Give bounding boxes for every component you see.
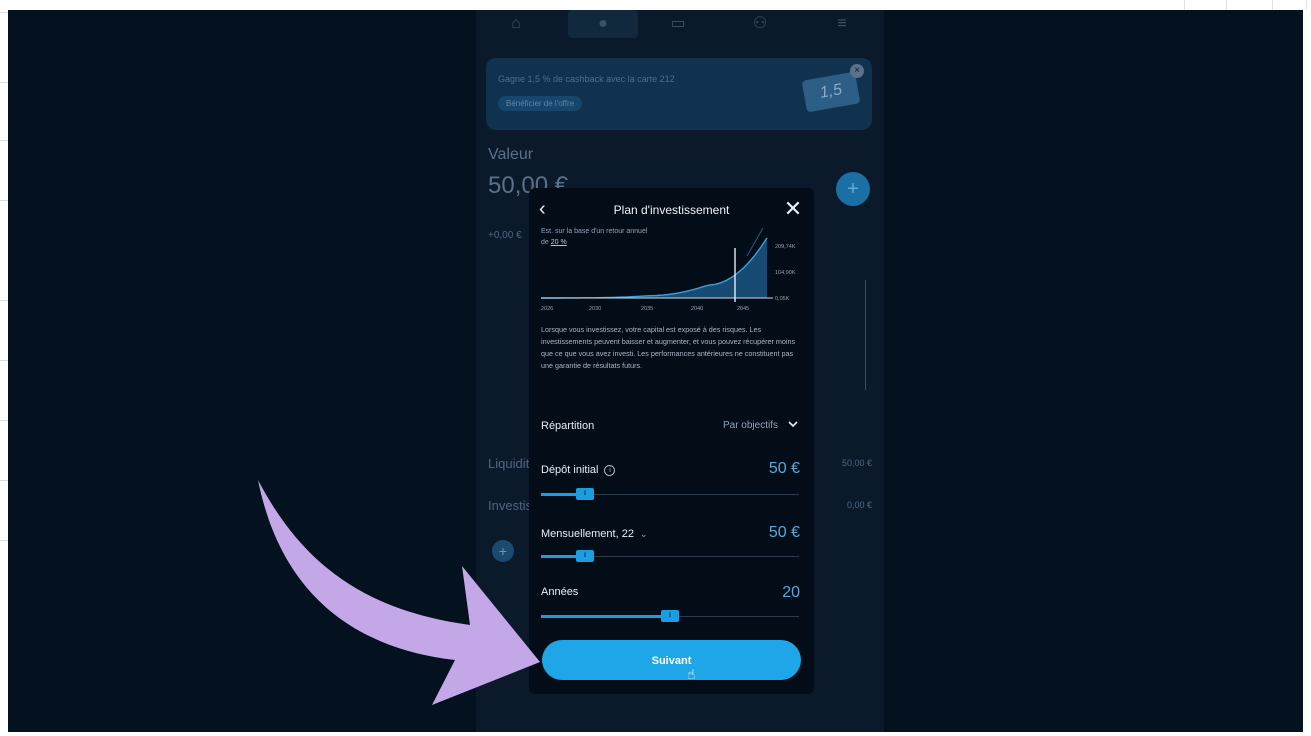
depot-initial-value[interactable]: 50 € — [769, 460, 800, 478]
liquidites-value: 50,00 € — [841, 458, 872, 468]
mensuel-label: Mensuellement, 22 — [541, 528, 634, 540]
hand-cursor-icon: ☝ — [687, 666, 696, 682]
investis-value: 0,00 € — [846, 500, 872, 510]
close-icon[interactable]: ✕ — [782, 198, 804, 220]
liquidites-label: Liquidit — [488, 456, 530, 471]
y-tick-label: 104,90K — [775, 270, 796, 276]
y-tick-label: 0,05K — [775, 296, 790, 302]
app-nav: ⌂ ● ▭ ⚇ ≡ — [476, 10, 884, 46]
background-chart — [859, 280, 866, 390]
home-icon[interactable]: ⌂ — [496, 10, 536, 38]
add-funds-button[interactable]: + — [836, 172, 870, 206]
add-plan-button[interactable]: + — [492, 540, 514, 562]
investment-plan-modal: ‹ Plan d'investissement ✕ Est. sur la ba… — [529, 188, 814, 694]
risk-disclaimer: Lorsque vous investissez, votre capital … — [541, 325, 796, 370]
portfolio-icon[interactable]: ● — [568, 10, 638, 38]
repartition-value[interactable]: Par objectifs — [723, 420, 778, 431]
projection-area — [541, 238, 767, 298]
annees-label: Années — [541, 586, 579, 598]
modal-header: ‹ Plan d'investissement ✕ — [529, 188, 814, 230]
valeur-change: +0,00 € — [488, 230, 522, 241]
mensuel-row: Mensuellement, 22 ⌄ — [541, 528, 648, 540]
edge-lines — [0, 0, 8, 736]
slider-thumb[interactable]: ⦀ — [661, 610, 679, 622]
y-tick-label: 209,74K — [775, 244, 796, 250]
chevron-down-icon[interactable]: ⌄ — [640, 529, 648, 540]
promo-button[interactable]: Bénéficier de l'offre — [498, 96, 583, 111]
x-tick-label: 2045 — [737, 306, 749, 312]
x-tick-label: 2035 — [641, 306, 653, 312]
depot-initial-slider[interactable]: ⦀ — [541, 488, 799, 502]
promo-text: Gagne 1,5 % de cashback avec la carte 21… — [498, 74, 675, 84]
menu-icon[interactable]: ≡ — [822, 10, 862, 38]
x-tick-label: 2030 — [589, 306, 601, 312]
card-image: 1,5 — [801, 71, 861, 113]
people-icon[interactable]: ⚇ — [740, 10, 780, 38]
cashback-promo[interactable]: Gagne 1,5 % de cashback avec la carte 21… — [486, 58, 872, 130]
mensuel-slider[interactable]: ⦀ — [541, 550, 799, 564]
card-icon[interactable]: ▭ — [658, 10, 698, 38]
annees-slider[interactable]: ⦀ — [541, 610, 799, 624]
depot-initial-label: Dépôt initial — [541, 464, 599, 476]
repartition-label: Répartition — [541, 420, 595, 432]
slider-thumb[interactable]: ⦀ — [576, 550, 594, 562]
valeur-label: Valeur — [488, 146, 534, 163]
x-tick-label: 2026 — [541, 306, 553, 312]
modal-title: Plan d'investissement — [613, 203, 730, 217]
suivant-button[interactable]: Suivant — [542, 640, 801, 680]
close-icon[interactable]: × — [850, 64, 864, 78]
corner-grid — [1176, 0, 1311, 10]
investis-label: Investis — [488, 498, 533, 513]
chevron-down-icon[interactable] — [788, 420, 798, 431]
annees-value[interactable]: 20 — [782, 584, 800, 602]
projection-chart: 2026 2030 2035 2040 2045 209,74K 104,90K 0,05K — [541, 228, 796, 312]
depot-initial-row: Dépôt initial i — [541, 464, 616, 476]
slider-thumb[interactable]: ⦀ — [576, 488, 594, 500]
info-icon[interactable]: i — [604, 464, 616, 476]
mensuel-value[interactable]: 50 € — [769, 524, 800, 542]
x-tick-label: 2040 — [691, 306, 703, 312]
